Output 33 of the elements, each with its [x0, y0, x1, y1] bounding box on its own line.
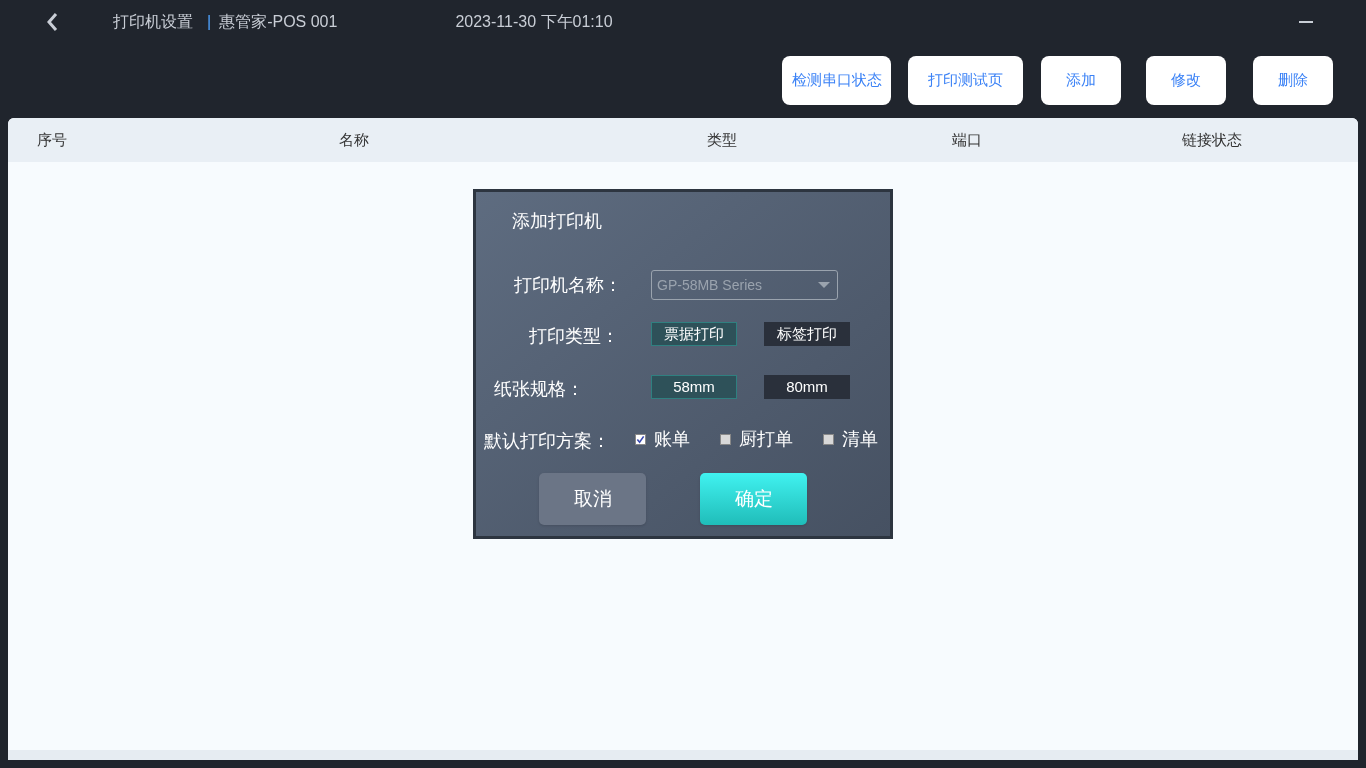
column-header: 名称 — [339, 130, 369, 148]
option-button[interactable]: 标签打印 — [764, 322, 850, 346]
page-title: 打印机设置 — [113, 12, 193, 32]
column-header: 序号 — [37, 130, 67, 148]
field-label: 打印机名称： — [514, 274, 622, 297]
field-label: 纸张规格： — [494, 378, 584, 401]
printer-dropdown[interactable]: GP-58MB Series — [651, 270, 838, 300]
option-button[interactable]: 80mm — [764, 375, 850, 399]
checkbox-label: 清单 — [842, 428, 878, 451]
caret-icon — [818, 282, 830, 288]
checkbox[interactable] — [823, 434, 834, 445]
store-name: 惠管家-POS 001 — [219, 12, 338, 32]
checkbox[interactable] — [635, 434, 646, 445]
field-label: 默认打印方案： — [484, 430, 610, 453]
cancel-button[interactable]: 取消 — [539, 473, 646, 525]
toolbar-button[interactable]: 打印测试页 — [908, 56, 1023, 105]
checkbox-label: 账单 — [654, 428, 690, 451]
column-header: 类型 — [707, 130, 737, 148]
toolbar-button[interactable]: 添加 — [1041, 56, 1121, 105]
toolbar-button[interactable]: 删除 — [1253, 56, 1333, 105]
dialog-title: 添加打印机 — [512, 210, 602, 233]
field-label: 打印类型： — [529, 325, 619, 348]
separator: | — [207, 12, 212, 32]
option-button[interactable]: 58mm — [651, 375, 737, 399]
date-time: 2023-11-30 下午01:10 — [455, 12, 613, 32]
option-button[interactable]: 票据打印 — [651, 322, 737, 346]
toolbar-button[interactable]: 检测串口状态 — [782, 56, 891, 105]
back-icon[interactable] — [46, 12, 58, 32]
column-header: 端口 — [952, 130, 982, 148]
column-header: 链接状态 — [1182, 130, 1242, 148]
checkbox[interactable] — [720, 434, 731, 445]
checkbox-label: 厨打单 — [739, 428, 793, 451]
toolbar-button[interactable]: 修改 — [1146, 56, 1226, 105]
